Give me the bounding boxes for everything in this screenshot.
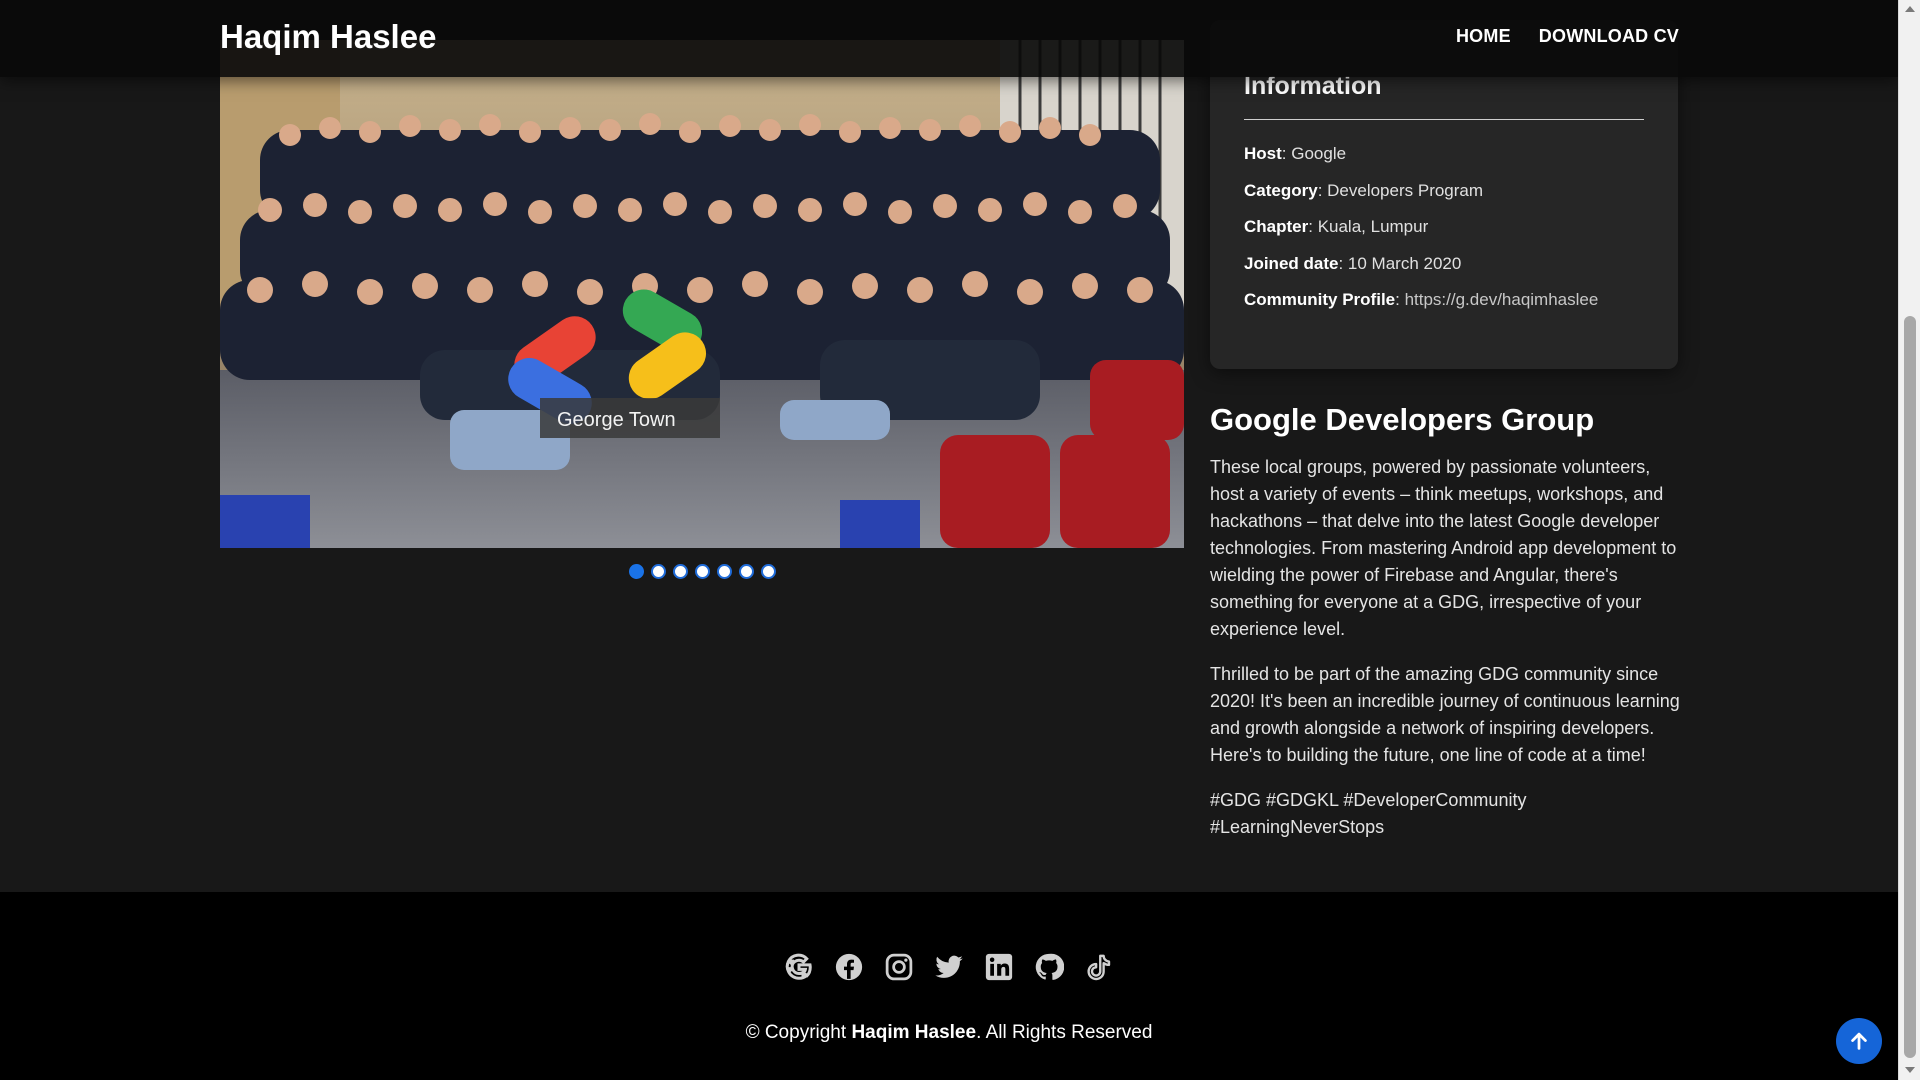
scrollbar-thumb[interactable] [1904, 316, 1916, 1058]
scroll-up-arrow-icon[interactable] [1905, 6, 1915, 12]
vertical-scrollbar[interactable] [1898, 0, 1920, 1080]
main-nav: HOME DOWNLOAD CV [1456, 26, 1679, 47]
info-item-category: Category: Developers Program [1244, 180, 1484, 200]
carousel-dot-6[interactable] [738, 564, 754, 579]
copyright-name: Haqim Haslee [851, 1022, 977, 1043]
arrow-up-icon [1851, 1032, 1867, 1050]
carousel-dot-4[interactable] [694, 564, 710, 579]
information-list: Host: Google Category: Developers Progra… [1244, 136, 1644, 319]
photo-carousel[interactable]: George Town [220, 40, 1184, 548]
copyright-prefix: © Copyright [745, 1022, 852, 1043]
info-item-community-profile: Community Profile: https://g.dev/haqimha… [1244, 290, 1599, 309]
description-paragraph: Thrilled to be part of the amazing GDG c… [1210, 664, 1680, 765]
info-key: Community Profile [1244, 290, 1396, 309]
site-footer: © Copyright Haqim Haslee. All Rights Res… [0, 892, 1898, 1080]
info-item-host: Host: Google [1244, 144, 1347, 163]
carousel-dot-3[interactable] [672, 564, 688, 579]
community-profile-link[interactable]: https://g.dev/haqimhaslee [1405, 290, 1599, 309]
github-icon[interactable] [1034, 952, 1064, 982]
description-paragraph: These local groups, powered by passionat… [1210, 457, 1677, 639]
description-hashtags: #GDG #GDGKL #DeveloperCommunity #Learnin… [1210, 790, 1527, 837]
nav-home-link[interactable]: HOME [1456, 26, 1511, 47]
photo-sign-text: George Town [557, 409, 676, 431]
carousel-dot-2[interactable] [650, 564, 666, 579]
info-value: Kuala, Lumpur [1317, 217, 1429, 236]
copyright-text: © Copyright Haqim Haslee. All Rights Res… [0, 1022, 1898, 1044]
back-to-top-button[interactable] [1836, 1018, 1882, 1064]
google-icon[interactable] [784, 952, 814, 982]
information-title: Information [1244, 72, 1644, 120]
carousel-indicators [220, 564, 1184, 579]
twitter-icon[interactable] [934, 952, 964, 982]
header-navbar: Haqim Haslee HOME DOWNLOAD CV [0, 0, 1898, 77]
info-item-joined-date: Joined date: 10 March 2020 [1244, 253, 1462, 273]
nav-download-cv-link[interactable]: DOWNLOAD CV [1539, 26, 1679, 47]
carousel-dot-7[interactable] [760, 564, 776, 579]
info-key: Host [1244, 144, 1282, 163]
description-heading: Google Developers Group [1210, 402, 1595, 437]
carousel-dot-1[interactable] [628, 564, 644, 579]
group-description: Google Developers Group These local grou… [1210, 402, 1680, 859]
linkedin-icon[interactable] [984, 952, 1014, 982]
tiktok-icon[interactable] [1084, 952, 1114, 982]
scroll-down-arrow-icon[interactable] [1905, 1067, 1915, 1073]
site-brand[interactable]: Haqim Haslee [220, 18, 436, 56]
info-key: Chapter [1244, 217, 1309, 236]
info-key: Category [1244, 180, 1318, 200]
social-links [784, 952, 1114, 982]
instagram-icon[interactable] [884, 952, 914, 982]
info-item-chapter: Chapter: Kuala, Lumpur [1244, 217, 1429, 236]
page: George Town Information Host: Google Cat… [0, 0, 1898, 1080]
facebook-icon[interactable] [834, 952, 864, 982]
info-value: Developers Program [1327, 180, 1484, 200]
event-group-photo: George Town [220, 40, 1184, 548]
info-value: 10 March 2020 [1347, 253, 1462, 273]
carousel-dot-5[interactable] [716, 564, 732, 579]
info-key: Joined date [1244, 253, 1339, 273]
copyright-suffix: . All Rights Reserved [976, 1022, 1153, 1043]
info-value: Google [1291, 144, 1347, 163]
